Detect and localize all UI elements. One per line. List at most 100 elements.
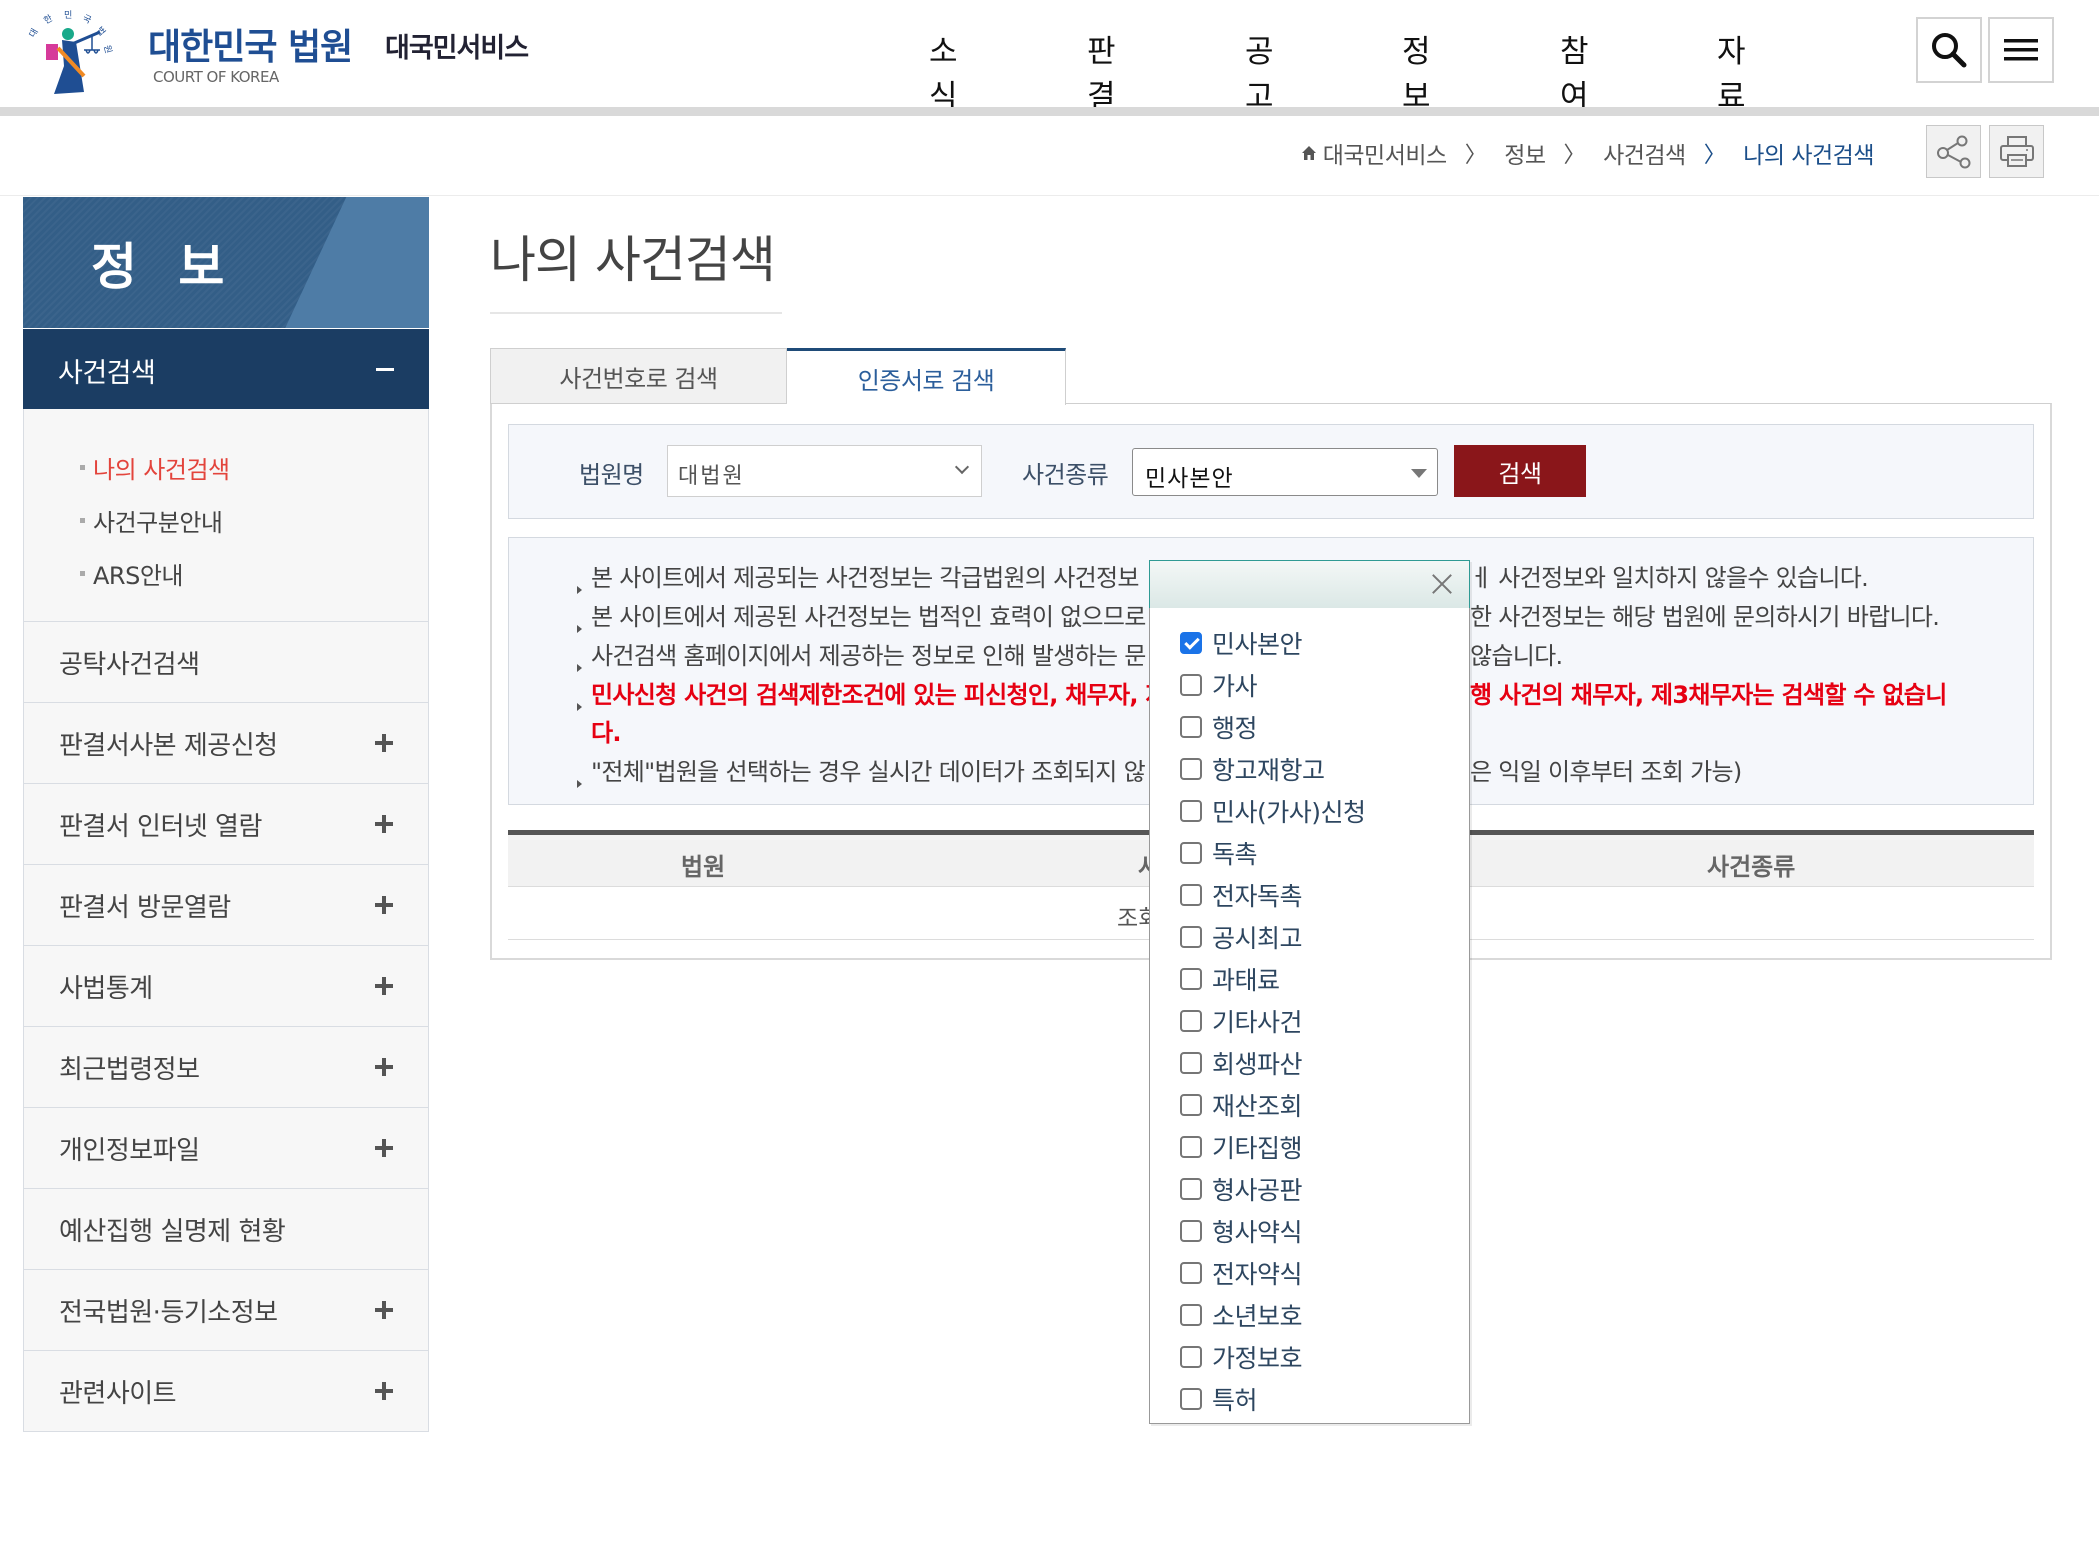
case-type-option[interactable]: 재산조회 [1150,1084,1469,1126]
sidebar-subitem-label: 사건구분안내 [93,509,223,537]
search-submit-button[interactable]: 검색 [1454,445,1586,497]
sidebar-item-deposit-case-search[interactable]: 공탁사건검색 [23,622,429,703]
checkbox[interactable] [1180,1304,1202,1326]
case-type-option[interactable]: 민사(가사)신청 [1150,790,1469,832]
checkbox[interactable] [1180,1388,1202,1410]
print-icon [1999,135,2034,167]
sidebar-item-label: 판결서사본 제공신청 [59,731,278,761]
checkbox[interactable] [1180,1136,1202,1158]
nav-item-news[interactable]: 소식 [929,26,958,116]
sidebar-item-courts-registries[interactable]: 전국법원·등기소정보 [23,1270,429,1351]
case-type-option[interactable]: 가사 [1150,664,1469,706]
svg-text:원: 원 [101,44,114,55]
case-type-option[interactable]: 독촉 [1150,832,1469,874]
sidebar-item-judgment-copy-request[interactable]: 판결서사본 제공신청 [23,703,429,784]
checkbox-checked[interactable] [1180,632,1202,654]
tab-certificate-search[interactable]: 인증서로 검색 [787,348,1066,405]
checkbox[interactable] [1180,926,1202,948]
case-type-option[interactable]: 과태료 [1150,958,1469,1000]
expand-plus-icon[interactable] [375,1058,393,1076]
print-button[interactable] [1989,125,2044,178]
checkbox[interactable] [1180,674,1202,696]
case-type-select[interactable]: 민사본안 [1132,448,1438,496]
bullet-arrow-icon [577,664,582,672]
case-type-option[interactable]: 공시최고 [1150,916,1469,958]
checkbox[interactable] [1180,800,1202,822]
checkbox[interactable] [1180,1010,1202,1032]
checkbox[interactable] [1180,1094,1202,1116]
checkbox[interactable] [1180,1220,1202,1242]
court-select[interactable]: 대법원 [667,445,982,497]
case-type-option[interactable]: 형사약식 [1150,1210,1469,1252]
sidebar-item-related-sites[interactable]: 관련사이트 [23,1351,429,1432]
share-icon [1936,135,1970,168]
column-header-case-type: 사건종류 [1707,853,1796,881]
tab-case-number-search[interactable]: 사건번호로 검색 [490,348,787,404]
sidebar-subitem-my-case-search[interactable]: 나의 사건검색 [24,441,428,494]
breadcrumb-separator: 〉 [1563,143,1586,168]
case-type-option[interactable]: 행정 [1150,706,1469,748]
case-type-option[interactable]: 가정보호 [1150,1336,1469,1378]
sidebar-subitem-ars-guide[interactable]: ARS안내 [24,547,428,600]
breadcrumb-item[interactable]: 대국민서비스 [1323,136,1447,170]
nav-item-notices[interactable]: 공고 [1245,26,1274,116]
case-type-option[interactable]: 기타집행 [1150,1126,1469,1168]
brand-title[interactable]: 대한민국 법원 [148,18,353,70]
case-type-option[interactable]: 항고재항고 [1150,748,1469,790]
option-label: 재산조회 [1212,1092,1303,1121]
sidebar-item-judgment-visit-view[interactable]: 판결서 방문열람 [23,865,429,946]
notice-line-continued: ㅔ 사건정보와 일치하지 않을수 있습니다. [1470,564,1869,592]
case-type-option[interactable]: 소년보호 [1150,1294,1469,1336]
checkbox[interactable] [1180,1262,1202,1284]
home-icon[interactable] [1301,145,1317,161]
close-icon[interactable] [1429,571,1455,597]
sidebar-item-budget-disclosure[interactable]: 예산집행 실명제 현황 [23,1189,429,1270]
case-type-option[interactable]: 형사공판 [1150,1168,1469,1210]
checkbox[interactable] [1180,1346,1202,1368]
sidebar-item-case-search[interactable]: 사건검색 [23,328,429,409]
checkbox[interactable] [1180,842,1202,864]
expand-plus-icon[interactable] [375,977,393,995]
sidebar-item-personal-info-files[interactable]: 개인정보파일 [23,1108,429,1189]
nav-item-participation[interactable]: 참여 [1560,26,1589,116]
nav-item-information[interactable]: 정보 [1402,26,1431,116]
case-type-option[interactable]: 민사본안 [1150,622,1469,664]
sidebar-subitem-case-type-guide[interactable]: 사건구분안내 [24,494,428,547]
share-button[interactable] [1926,125,1981,178]
expand-plus-icon[interactable] [375,896,393,914]
checkbox[interactable] [1180,968,1202,990]
court-logo-icon[interactable]: 대 한 민 국 법 원 [24,6,134,96]
sidebar-item-judicial-statistics[interactable]: 사법통계 [23,946,429,1027]
sidebar-item-recent-laws[interactable]: 최근법령정보 [23,1027,429,1108]
collapse-icon [376,368,394,371]
service-name[interactable]: 대국민서비스 [385,26,529,65]
expand-plus-icon[interactable] [375,815,393,833]
case-type-option[interactable]: 전자독촉 [1150,874,1469,916]
case-type-option[interactable]: 특허 [1150,1378,1469,1420]
option-label: 전자독촉 [1212,882,1303,911]
case-type-option[interactable]: 전자약식 [1150,1252,1469,1294]
option-label: 과태료 [1212,966,1280,995]
case-type-option[interactable]: 기타사건 [1150,1000,1469,1042]
expand-plus-icon[interactable] [375,734,393,752]
breadcrumb-item[interactable]: 정보 [1504,136,1546,170]
dropdown-header [1149,560,1470,608]
breadcrumb-item[interactable]: 사건검색 [1603,136,1686,170]
checkbox[interactable] [1180,1052,1202,1074]
checkbox[interactable] [1180,884,1202,906]
checkbox[interactable] [1180,758,1202,780]
case-type-option[interactable]: 회생파산 [1150,1042,1469,1084]
checkbox[interactable] [1180,716,1202,738]
option-label: 특허 [1212,1386,1258,1415]
expand-plus-icon[interactable] [375,1139,393,1157]
nav-item-judgments[interactable]: 판결 [1087,26,1116,116]
menu-button[interactable] [1988,17,2054,83]
breadcrumb-separator: 〉 [1703,143,1726,168]
expand-plus-icon[interactable] [375,1301,393,1319]
sidebar-item-judgment-online-view[interactable]: 판결서 인터넷 열람 [23,784,429,865]
nav-item-resources[interactable]: 자료 [1717,26,1746,116]
checkbox[interactable] [1180,1178,1202,1200]
search-button[interactable] [1916,17,1982,83]
option-label: 행정 [1212,714,1258,743]
expand-plus-icon[interactable] [375,1382,393,1400]
